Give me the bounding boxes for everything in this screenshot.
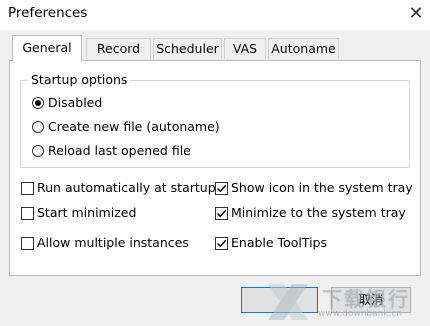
radio-disabled[interactable] — [32, 97, 44, 109]
window-title: Preferences — [8, 5, 88, 21]
checkbox-show-tray-icon[interactable] — [215, 182, 228, 195]
checkbox-start-minimized[interactable] — [21, 207, 34, 220]
watermark-url: www.downbank.cn — [318, 309, 403, 319]
tab-record[interactable]: Record — [86, 38, 151, 59]
checkmark-icon — [216, 209, 227, 218]
tab-general[interactable]: General — [12, 35, 82, 61]
checkmark-icon — [216, 184, 227, 193]
checkbox-show-tray-icon-label[interactable]: Show icon in the system tray — [231, 180, 413, 195]
checkbox-enable-tooltips-label[interactable]: Enable ToolTips — [231, 235, 327, 250]
radio-reload-last-file[interactable] — [32, 145, 44, 157]
radio-selected-dot — [35, 100, 41, 106]
checkbox-start-minimized-label[interactable]: Start minimized — [37, 205, 136, 220]
radio-reload-last-file-label[interactable]: Reload last opened file — [48, 143, 191, 158]
tab-scheduler[interactable]: Scheduler — [153, 38, 222, 59]
checkbox-multiple-instances[interactable] — [21, 237, 34, 250]
tab-vas[interactable]: VAS — [224, 38, 266, 59]
radio-create-new-file-label[interactable]: Create new file (autoname) — [48, 119, 220, 134]
startup-options-legend: Startup options — [28, 72, 131, 87]
checkmark-icon — [216, 239, 227, 248]
watermark-logo-icon — [268, 284, 308, 320]
watermark-text: 下载银行 — [322, 287, 410, 311]
checkbox-multiple-instances-label[interactable]: Allow multiple instances — [37, 235, 189, 250]
checkbox-enable-tooltips[interactable] — [215, 237, 228, 250]
radio-disabled-label[interactable]: Disabled — [48, 95, 102, 110]
tab-autoname[interactable]: Autoname — [268, 38, 339, 59]
checkbox-minimize-to-tray[interactable] — [215, 207, 228, 220]
radio-create-new-file[interactable] — [32, 121, 44, 133]
close-icon[interactable]: ✕ — [405, 2, 427, 26]
checkbox-minimize-to-tray-label[interactable]: Minimize to the system tray — [231, 205, 406, 220]
checkbox-run-at-startup-label[interactable]: Run automatically at startup — [37, 180, 216, 195]
checkbox-run-at-startup[interactable] — [21, 182, 34, 195]
